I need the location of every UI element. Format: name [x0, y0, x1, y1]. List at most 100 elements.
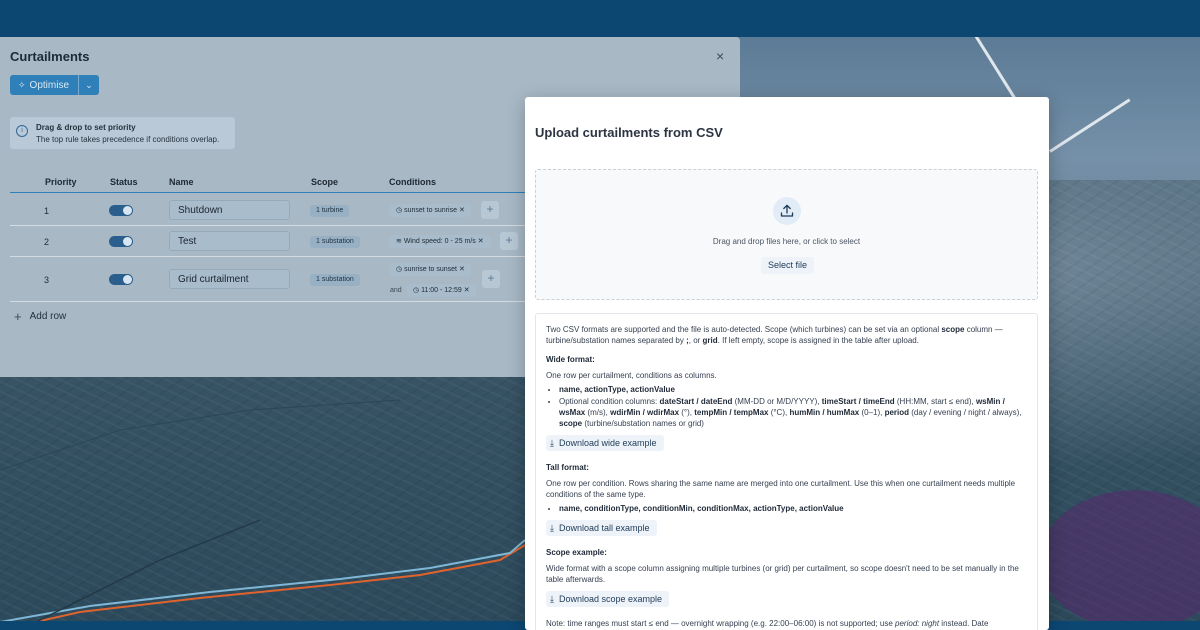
list-text: (°), — [679, 408, 695, 417]
list-bold: period — [884, 408, 910, 417]
col-scope: Scope — [311, 177, 339, 187]
row-priority: 2 — [44, 237, 50, 247]
list-text: (turbine/substation names or grid) — [582, 419, 704, 428]
condition-chip[interactable]: ◷ sunrise to sunset ✕ — [390, 263, 471, 276]
tall-desc: One row per condition. Rows sharing the … — [546, 479, 1016, 499]
and-label: and — [390, 287, 402, 294]
download-scope-button[interactable]: ⤓ Download scope example — [546, 591, 670, 607]
condition-chip[interactable]: ◷ 11:00 - 12:59 ✕ — [407, 284, 476, 297]
close-icon[interactable]: ✕ — [478, 238, 484, 245]
upload-glyph — [780, 204, 794, 217]
status-toggle[interactable] — [109, 274, 133, 285]
clock-icon: ◷ — [396, 207, 403, 214]
download-icon: ⤓ — [550, 593, 554, 604]
app-header-bar — [0, 0, 1200, 37]
name-input[interactable]: Test — [169, 231, 290, 251]
list-bold: scope — [559, 419, 583, 428]
download-label: Download tall example — [558, 522, 650, 533]
wide-desc: One row per curtailment, conditions as c… — [546, 371, 717, 380]
condition-label: sunrise to sunset — [404, 266, 457, 273]
list-bold: tempMin / tempMax — [694, 408, 769, 417]
dropzone-text: Drag and drop files here, or click to se… — [712, 237, 861, 246]
plus-icon: + — [14, 309, 22, 324]
select-file-button[interactable]: Select file — [761, 257, 814, 274]
intro-part: Two CSV formats are supported and the fi… — [546, 325, 942, 334]
row-priority: 1 — [44, 206, 50, 216]
list-bold: name, actionType, actionValue — [559, 385, 675, 394]
status-toggle[interactable] — [109, 205, 133, 216]
download-wide-button[interactable]: ⤓ Download wide example — [546, 435, 664, 451]
download-icon: ⤓ — [550, 437, 554, 448]
note-text: Note: time ranges must start ≤ end — ove… — [546, 618, 1027, 629]
table-header: Priority Status Name Scope Conditions — [10, 175, 530, 193]
condition-label: sunset to sunrise — [404, 207, 457, 214]
add-condition-button[interactable]: + — [482, 270, 500, 288]
add-row-button[interactable]: + Add row — [14, 309, 66, 324]
upload-icon — [773, 197, 801, 225]
intro-bold: grid — [702, 336, 718, 345]
note-part: Note: time ranges must start ≤ end — ove… — [546, 619, 896, 628]
download-label: Download scope example — [558, 593, 663, 604]
priority-hint: i Drag & drop to set priority The top ru… — [10, 117, 235, 149]
sparkle-icon: ✧ — [18, 79, 26, 90]
add-condition-button[interactable]: + — [481, 201, 499, 219]
status-toggle[interactable] — [109, 236, 133, 247]
optimise-label: Optimise — [29, 79, 69, 91]
clock-icon: ◷ — [413, 287, 420, 294]
col-status: Status — [110, 177, 138, 187]
close-icon[interactable]: ✕ — [459, 266, 465, 273]
modal-title: Upload curtailments from CSV — [535, 125, 723, 140]
optimise-main[interactable]: ✧ Optimise — [10, 80, 78, 91]
download-tall-button[interactable]: ⤓ Download tall example — [546, 520, 657, 536]
add-condition-button[interactable]: + — [500, 232, 518, 250]
tall-heading: Tall format: — [546, 463, 589, 472]
col-priority: Priority — [45, 177, 77, 187]
list-text: (m/s), — [585, 408, 611, 417]
close-icon[interactable]: × — [716, 48, 724, 64]
name-input[interactable]: Grid curtailment — [169, 269, 290, 289]
list-bold: humMin / humMax — [789, 408, 860, 417]
table-row[interactable]: 3 Grid curtailment 1 substation ◷ sunris… — [10, 257, 530, 302]
note-italic: period: night — [895, 619, 940, 628]
list-bold: dateStart / dateEnd — [659, 397, 733, 406]
close-icon[interactable]: ✕ — [464, 287, 470, 294]
wind-icon: ≋ — [396, 238, 402, 245]
format-help: Two CSV formats are supported and the fi… — [535, 313, 1038, 630]
list-text: (HH:MM, start ≤ end), — [894, 397, 976, 406]
col-name: Name — [169, 177, 194, 187]
file-dropzone[interactable]: Drag and drop files here, or click to se… — [535, 169, 1038, 300]
clock-icon: ◷ — [396, 266, 403, 273]
list-item: Optional condition columns: dateStart / … — [559, 396, 1027, 429]
list-text: (°C), — [768, 408, 790, 417]
intro-part: . If left empty, scope is assigned in th… — [717, 336, 919, 345]
row-priority: 3 — [44, 275, 50, 285]
add-row-label: Add row — [29, 311, 67, 322]
condition-chip[interactable]: ◷ sunset to sunrise ✕ — [390, 204, 471, 217]
table-row[interactable]: 1 Shutdown 1 turbine ◷ sunset to sunrise… — [10, 195, 530, 226]
scope-desc: Wide format with a scope column assignin… — [546, 564, 1019, 584]
col-conditions: Conditions — [389, 177, 436, 187]
scope-badge[interactable]: 1 substation — [310, 236, 360, 248]
list-bold: name, conditionType, conditionMin, condi… — [559, 504, 844, 513]
condition-chip[interactable]: ≋ Wind speed: 0 - 25 m/s ✕ — [390, 235, 490, 248]
panel-title: Curtailments — [10, 49, 90, 64]
scope-badge[interactable]: 1 substation — [310, 274, 360, 286]
chevron-down-icon[interactable]: ⌄ — [79, 80, 99, 91]
list-item: name, conditionType, conditionMin, condi… — [559, 503, 1027, 514]
hint-title: Drag & drop to set priority — [36, 123, 136, 132]
name-input[interactable]: Shutdown — [169, 200, 290, 220]
list-text: (MM-DD or M/D/YYYY), — [732, 397, 822, 406]
scope-heading: Scope example: — [546, 548, 607, 557]
info-icon: i — [16, 125, 28, 137]
table-row[interactable]: 2 Test 1 substation ≋ Wind speed: 0 - 25… — [10, 226, 530, 257]
wide-heading: Wide format: — [546, 355, 595, 364]
condition-label: Wind speed: 0 - 25 m/s — [403, 238, 476, 245]
intro-bold: scope — [941, 325, 965, 334]
intro-text: Two CSV formats are supported and the fi… — [546, 324, 1027, 346]
upload-csv-modal: Upload curtailments from CSV Drag and dr… — [525, 97, 1049, 630]
close-icon[interactable]: ✕ — [459, 207, 465, 214]
list-item: name, actionType, actionValue — [559, 384, 1027, 395]
wide-columns-list: name, actionType, actionValue Optional c… — [559, 384, 1027, 429]
optimise-button[interactable]: ✧ Optimise ⌄ — [10, 75, 99, 95]
scope-badge[interactable]: 1 turbine — [310, 205, 350, 217]
